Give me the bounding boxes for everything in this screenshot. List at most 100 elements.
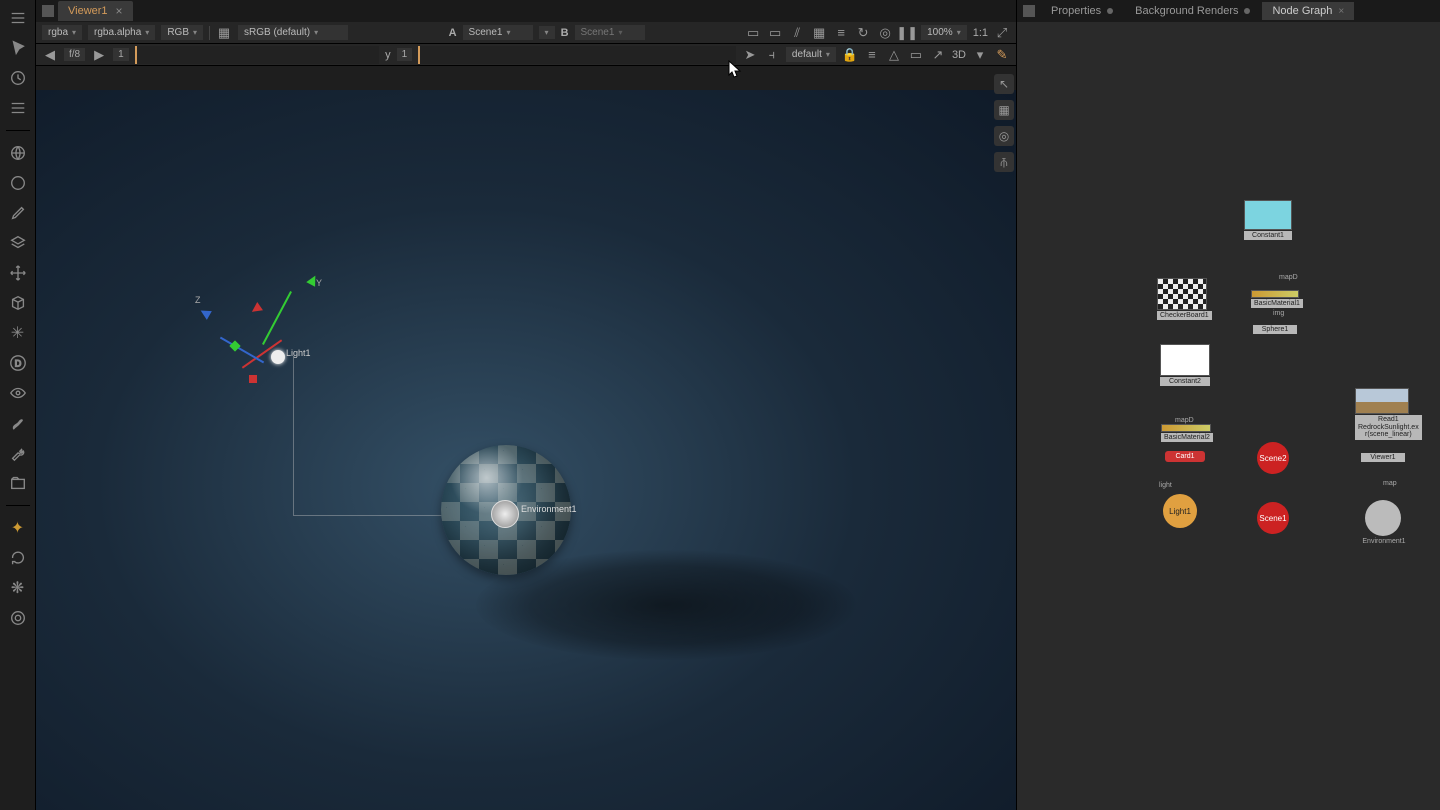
timeline-ruler[interactable]	[135, 46, 379, 64]
clock-icon[interactable]	[8, 68, 28, 88]
frame-field[interactable]: 1	[113, 48, 129, 61]
node-scene1[interactable]: Scene1	[1257, 502, 1289, 534]
layers-icon[interactable]	[8, 233, 28, 253]
grid-icon[interactable]: ▦	[811, 25, 827, 41]
node-basicmaterial2[interactable]: BasicMaterial2	[1161, 424, 1213, 442]
viewport-3d[interactable]: Environment1 Y Z Light1	[36, 90, 1016, 810]
transform-gizmo[interactable]: Y Z Light1	[186, 270, 336, 420]
node-basicmaterial1[interactable]: BasicMaterial1	[1251, 290, 1303, 308]
stripe-icon[interactable]: ⫽	[789, 25, 805, 41]
folder-icon[interactable]	[8, 473, 28, 493]
tab-node-graph[interactable]: Node Graph ×	[1262, 2, 1354, 20]
mode-3d-label[interactable]: 3D	[952, 49, 966, 61]
y-field[interactable]: 1	[397, 48, 413, 61]
flare-icon[interactable]: ✦	[8, 518, 28, 538]
select-tool-icon[interactable]: ↖	[994, 74, 1014, 94]
move-icon[interactable]	[8, 263, 28, 283]
timeline-ruler-2[interactable]	[418, 46, 736, 64]
circle-icon[interactable]	[8, 173, 28, 193]
node-label: Light1	[1169, 507, 1191, 516]
tab-background-renders[interactable]: Background Renders	[1125, 2, 1260, 20]
list-icon[interactable]	[8, 98, 28, 118]
camera-lock-icon[interactable]: 🔒	[842, 47, 858, 63]
light-icon[interactable]: ✳	[8, 323, 28, 343]
roi-icon[interactable]: ▭	[745, 25, 761, 41]
drag-handle-icon[interactable]	[1023, 5, 1035, 17]
target-icon[interactable]	[8, 608, 28, 628]
lock-icon[interactable]: ⫞	[764, 47, 780, 63]
wrench-icon[interactable]	[8, 443, 28, 463]
align-icon[interactable]: ≡	[864, 47, 880, 63]
node-constant2[interactable]: Constant2	[1160, 344, 1210, 386]
axis-z-arrow-icon[interactable]	[198, 306, 212, 320]
node-viewer1[interactable]: Viewer1	[1361, 452, 1405, 462]
input-a-extra-dropdown[interactable]	[539, 26, 555, 39]
clip-icon[interactable]: ▦	[216, 25, 232, 41]
rgb-dropdown[interactable]: RGB	[161, 25, 203, 40]
globe-icon[interactable]	[8, 143, 28, 163]
prev-frame-icon[interactable]: ◀	[42, 47, 58, 63]
d-icon[interactable]: D	[8, 353, 28, 373]
pause-icon[interactable]: ❚❚	[899, 25, 915, 41]
dot-icon	[1107, 8, 1113, 14]
input-b-label: B	[561, 27, 569, 39]
plane-handle-x-icon[interactable]	[249, 375, 257, 383]
node-label: Sphere1	[1253, 325, 1297, 334]
focus-icon[interactable]: ◎	[877, 25, 893, 41]
headlight-icon[interactable]: ➤	[742, 47, 758, 63]
region-tool-icon[interactable]: ▦	[994, 100, 1014, 120]
lut-dropdown[interactable]: default	[786, 47, 836, 62]
hierarchy-icon[interactable]: ⫚	[994, 152, 1014, 172]
axis-z-line[interactable]	[220, 337, 264, 364]
node-checkerboard1[interactable]: CheckerBoard1	[1157, 278, 1212, 320]
close-icon[interactable]: ×	[116, 4, 123, 18]
snap-tool-icon[interactable]: ◎	[994, 126, 1014, 146]
pointer-icon[interactable]	[8, 38, 28, 58]
eye-icon[interactable]	[8, 383, 28, 403]
port-label: img	[1273, 310, 1284, 317]
wipe-icon[interactable]: △	[886, 47, 902, 63]
channel-dropdown[interactable]: rgba	[42, 25, 82, 40]
viewer-controls: rgba rgba.alpha RGB ▦ sRGB (default) A S…	[36, 22, 1016, 44]
cube-icon[interactable]	[8, 293, 28, 313]
refresh-icon[interactable]	[8, 548, 28, 568]
left-toolbar: ✳ D ✦ ❋	[0, 0, 36, 810]
gizmo-origin-icon[interactable]	[271, 350, 285, 364]
environment-pivot-icon[interactable]	[491, 500, 519, 528]
close-icon[interactable]: ×	[1338, 6, 1344, 17]
tab-viewer1[interactable]: Viewer1 ×	[58, 1, 133, 21]
fstop-field[interactable]: f/8	[64, 48, 85, 61]
input-a-dropdown[interactable]: Scene1	[463, 25, 533, 40]
brush-icon[interactable]	[8, 413, 28, 433]
axis-x-arrow-icon[interactable]	[249, 302, 263, 316]
next-frame-icon[interactable]: ▶	[91, 47, 107, 63]
node-graph-canvas[interactable]: Constant1 mapD CheckerBoard1 BasicMateri…	[1017, 22, 1440, 810]
node-sphere1[interactable]: Sphere1	[1253, 324, 1297, 334]
reload-icon[interactable]: ↻	[855, 25, 871, 41]
input-b-dropdown[interactable]: Scene1	[575, 25, 645, 40]
drag-handle-icon[interactable]	[42, 5, 54, 17]
menu-icon[interactable]	[8, 8, 28, 28]
colorspace-dropdown[interactable]: sRGB (default)	[238, 25, 348, 40]
alpha-dropdown[interactable]: rgba.alpha	[88, 25, 155, 40]
node-light1[interactable]: Light1	[1163, 494, 1197, 528]
pencil-icon[interactable]: ✎	[994, 47, 1010, 63]
axis-y-line[interactable]	[262, 291, 292, 345]
node-label: Scene1	[1259, 514, 1286, 523]
overscan-icon[interactable]: ▭	[767, 25, 783, 41]
node-constant1[interactable]: Constant1	[1244, 200, 1292, 240]
node-scene2[interactable]: Scene2	[1257, 442, 1289, 474]
pen-icon[interactable]	[8, 203, 28, 223]
node-environment1[interactable]	[1365, 500, 1401, 536]
node-card1[interactable]: Card1	[1165, 450, 1205, 462]
node-read1[interactable]: Read1 RedrockSunlight.ex r(scene_linear)	[1355, 388, 1422, 440]
tab-properties[interactable]: Properties	[1041, 2, 1123, 20]
frame-icon[interactable]: ▭	[908, 47, 924, 63]
node-wires	[1017, 22, 1317, 172]
snap-icon[interactable]: ❋	[8, 578, 28, 598]
chevron-down-icon[interactable]: ▾	[972, 47, 988, 63]
bars-icon[interactable]: ≡	[833, 25, 849, 41]
graph-icon[interactable]: ↗	[930, 47, 946, 63]
zoom-dropdown[interactable]: 100%	[921, 25, 967, 40]
expand-icon[interactable]: ⤢	[994, 25, 1010, 41]
